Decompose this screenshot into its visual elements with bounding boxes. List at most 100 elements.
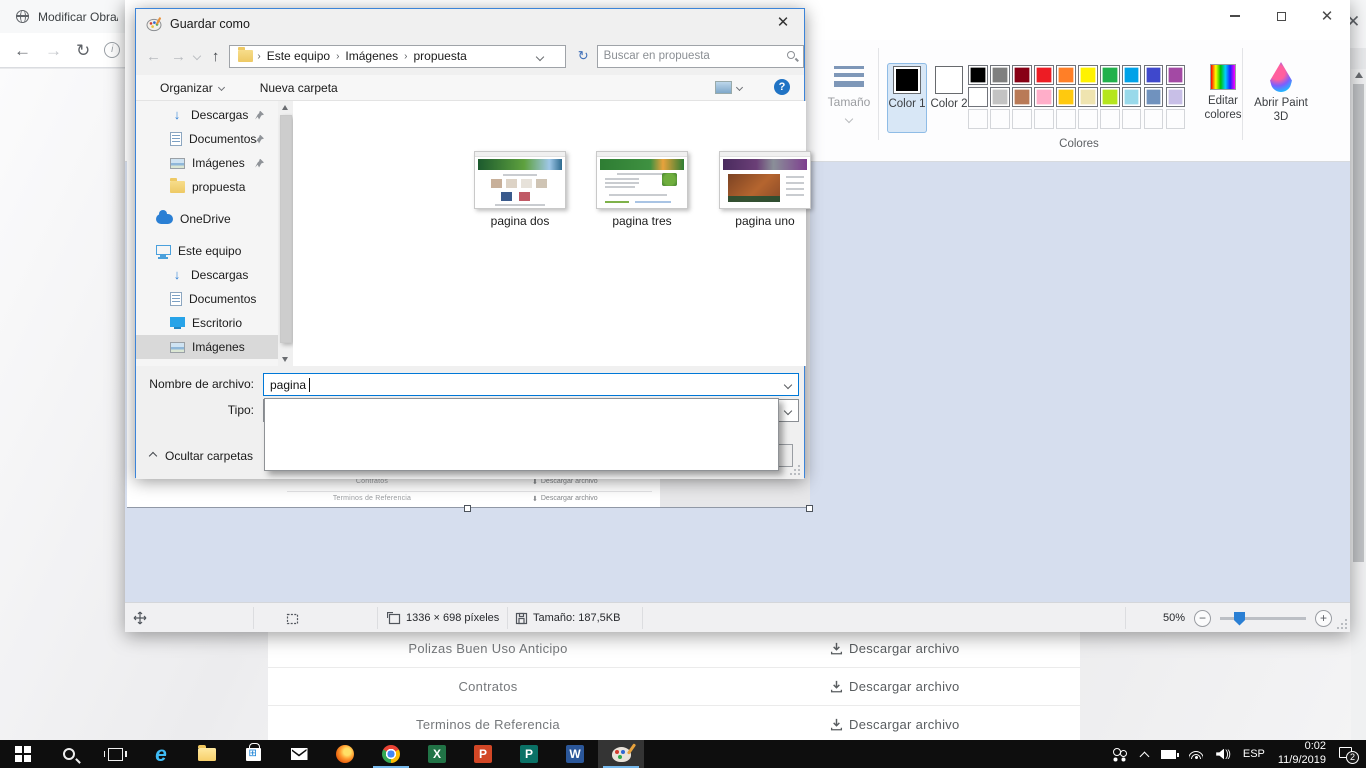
dialog-help-button[interactable]: ?	[774, 79, 790, 95]
palette-swatch[interactable]	[1100, 87, 1120, 107]
nav-up-button[interactable]: ↑	[212, 48, 220, 65]
sidebar-item-este-equipo[interactable]: Este equipo	[136, 239, 278, 263]
browser-reload-button[interactable]: ↻	[76, 42, 90, 59]
taskbar-powerpoint[interactable]: P	[460, 740, 506, 768]
minimize-button[interactable]	[1212, 0, 1258, 32]
palette-empty-slot[interactable]	[1100, 109, 1120, 129]
people-icon[interactable]	[1112, 748, 1128, 760]
organize-button[interactable]: Organizar	[160, 81, 224, 95]
page-info-icon[interactable]: i	[104, 42, 120, 58]
palette-empty-slot[interactable]	[1166, 109, 1186, 129]
palette-swatch[interactable]	[1034, 65, 1054, 85]
scrollbar-thumb[interactable]	[280, 115, 292, 343]
dialog-resize-grip[interactable]	[790, 465, 800, 475]
file-item-pagina-uno[interactable]: pagina uno	[710, 151, 820, 228]
battery-icon[interactable]	[1161, 750, 1176, 759]
zoom-slider-thumb[interactable]	[1234, 612, 1245, 626]
search-input[interactable]	[598, 46, 778, 67]
zoom-out-button[interactable]: −	[1194, 610, 1211, 627]
address-dropdown-chevron[interactable]	[535, 52, 543, 60]
dialog-close-button[interactable]: ✕	[772, 13, 794, 33]
palette-swatch[interactable]	[1122, 87, 1142, 107]
palette-empty-slot[interactable]	[1034, 109, 1054, 129]
sidebar-item-imagenes[interactable]: Imágenes	[136, 151, 278, 175]
address-bar[interactable]: › Este equipo › Imágenes › propuesta ↻	[229, 45, 565, 68]
view-mode-button[interactable]	[715, 81, 742, 94]
browser-close-button[interactable]: ✕	[1350, 0, 1366, 48]
palette-swatch[interactable]	[1056, 87, 1076, 107]
palette-empty-slot[interactable]	[990, 109, 1010, 129]
palette-empty-slot[interactable]	[1012, 109, 1032, 129]
sidebar-item-documentos-pc[interactable]: Documentos	[136, 287, 278, 311]
selection-handle[interactable]	[806, 505, 813, 512]
scrollbar-up-icon[interactable]	[1355, 72, 1363, 78]
palette-swatch[interactable]	[1144, 87, 1164, 107]
palette-swatch[interactable]	[1078, 65, 1098, 85]
taskbar-store[interactable]	[230, 740, 276, 768]
palette-empty-slot[interactable]	[1122, 109, 1142, 129]
browser-forward-button[interactable]: →	[45, 42, 62, 59]
taskbar-word[interactable]: W	[552, 740, 598, 768]
taskbar-paint[interactable]	[598, 740, 644, 768]
selection-handle[interactable]	[464, 505, 471, 512]
taskbar-publisher[interactable]: P	[506, 740, 552, 768]
taskbar-edge[interactable]: e	[138, 740, 184, 768]
clock[interactable]: 0:02 11/9/2019	[1278, 740, 1326, 768]
recent-locations-chevron[interactable]	[193, 52, 201, 60]
palette-swatch[interactable]	[990, 87, 1010, 107]
palette-swatch[interactable]	[1078, 87, 1098, 107]
tray-expand-icon[interactable]	[1140, 751, 1150, 761]
volume-icon[interactable]: ))	[1216, 749, 1230, 760]
file-item-pagina-dos[interactable]: pagina dos	[465, 151, 575, 228]
nav-back-button[interactable]: ←	[146, 48, 161, 65]
palette-empty-slot[interactable]	[968, 109, 988, 129]
palette-swatch[interactable]	[1100, 65, 1120, 85]
palette-swatch[interactable]	[968, 65, 988, 85]
taskbar-mail[interactable]	[276, 740, 322, 768]
zoom-slider[interactable]	[1220, 617, 1306, 620]
scrollbar-up-icon[interactable]	[282, 105, 288, 110]
hide-folders-button[interactable]: Ocultar carpetas	[150, 449, 253, 463]
browser-scrollbar[interactable]	[1351, 69, 1366, 740]
notification-center-icon[interactable]: 2	[1339, 747, 1356, 762]
sidebar-scrollbar[interactable]	[278, 101, 293, 366]
size-button[interactable]: Tamaño	[820, 62, 878, 127]
palette-swatch[interactable]	[1034, 87, 1054, 107]
maximize-button[interactable]	[1258, 0, 1304, 32]
sidebar-item-imagenes-pc[interactable]: Imágenes	[136, 335, 278, 359]
palette-swatch[interactable]	[1166, 87, 1186, 107]
download-link[interactable]: Descargar archivo	[830, 641, 1080, 656]
edit-colors-button[interactable]: Editar colores	[1197, 64, 1249, 123]
task-view-button[interactable]	[92, 740, 138, 768]
sidebar-item-escritorio[interactable]: Escritorio	[136, 311, 278, 335]
zoom-in-button[interactable]: +	[1315, 610, 1332, 627]
palette-empty-slot[interactable]	[1144, 109, 1164, 129]
browser-back-button[interactable]: ←	[14, 42, 31, 59]
new-folder-button[interactable]: Nueva carpeta	[260, 81, 338, 95]
breadcrumb-segment[interactable]: Este equipo	[261, 49, 336, 63]
taskbar-excel[interactable]: X	[414, 740, 460, 768]
wifi-icon[interactable]	[1189, 749, 1203, 759]
filename-input[interactable]: pagina	[263, 373, 799, 396]
palette-swatch[interactable]	[1122, 65, 1142, 85]
palette-swatch[interactable]	[1012, 65, 1032, 85]
close-button[interactable]: ✕	[1304, 0, 1350, 32]
palette-empty-slot[interactable]	[1078, 109, 1098, 129]
scrollbar-down-icon[interactable]	[282, 357, 288, 362]
sidebar-item-descargas[interactable]: ↓ Descargas	[136, 103, 278, 127]
refresh-button[interactable]: ↻	[578, 48, 589, 64]
taskbar-chrome[interactable]	[368, 740, 414, 768]
download-link[interactable]: Descargar archivo	[830, 679, 1080, 694]
palette-empty-slot[interactable]	[1056, 109, 1076, 129]
sidebar-item-documentos[interactable]: Documentos	[136, 127, 278, 151]
sidebar-item-propuesta[interactable]: propuesta	[136, 175, 278, 199]
palette-swatch[interactable]	[1166, 65, 1186, 85]
sidebar-item-descargas-pc[interactable]: ↓ Descargas	[136, 263, 278, 287]
palette-swatch[interactable]	[1144, 65, 1164, 85]
file-item-pagina-tres[interactable]: pagina tres	[587, 151, 697, 228]
palette-swatch[interactable]	[1056, 65, 1076, 85]
color2-button[interactable]: Color 2	[929, 63, 969, 133]
taskbar-firefox[interactable]	[322, 740, 368, 768]
open-paint3d-button[interactable]: Abrir Paint 3D	[1253, 62, 1309, 125]
filename-autocomplete-popup[interactable]	[264, 398, 779, 471]
